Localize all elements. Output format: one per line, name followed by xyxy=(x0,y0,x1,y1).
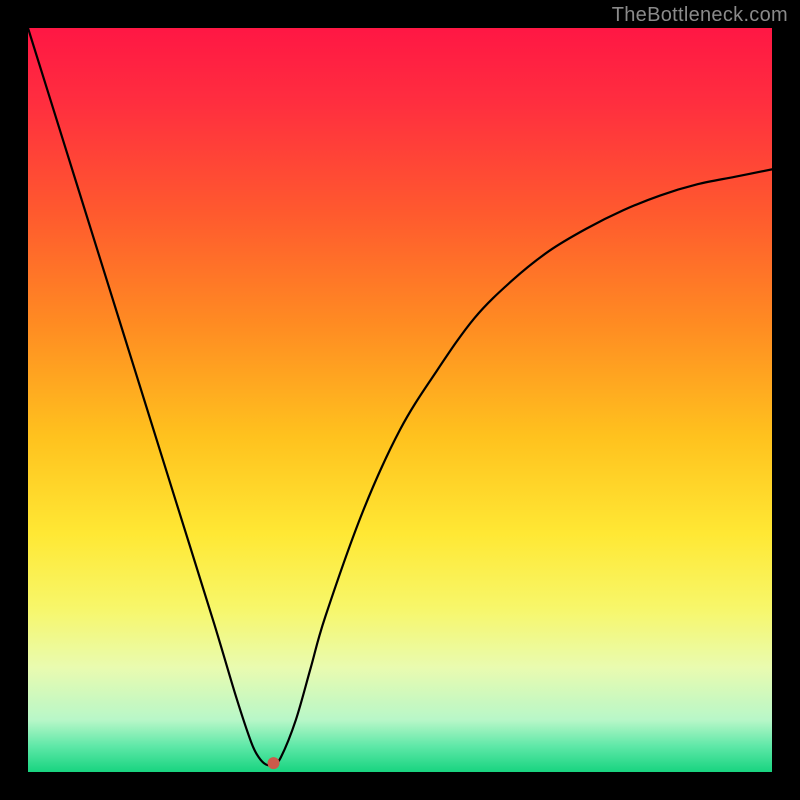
chart-svg xyxy=(28,28,772,772)
gradient-background xyxy=(28,28,772,772)
optimal-point-marker xyxy=(268,757,280,769)
plot-area xyxy=(28,28,772,772)
chart-stage: TheBottleneck.com xyxy=(0,0,800,800)
watermark-text: TheBottleneck.com xyxy=(612,4,788,27)
